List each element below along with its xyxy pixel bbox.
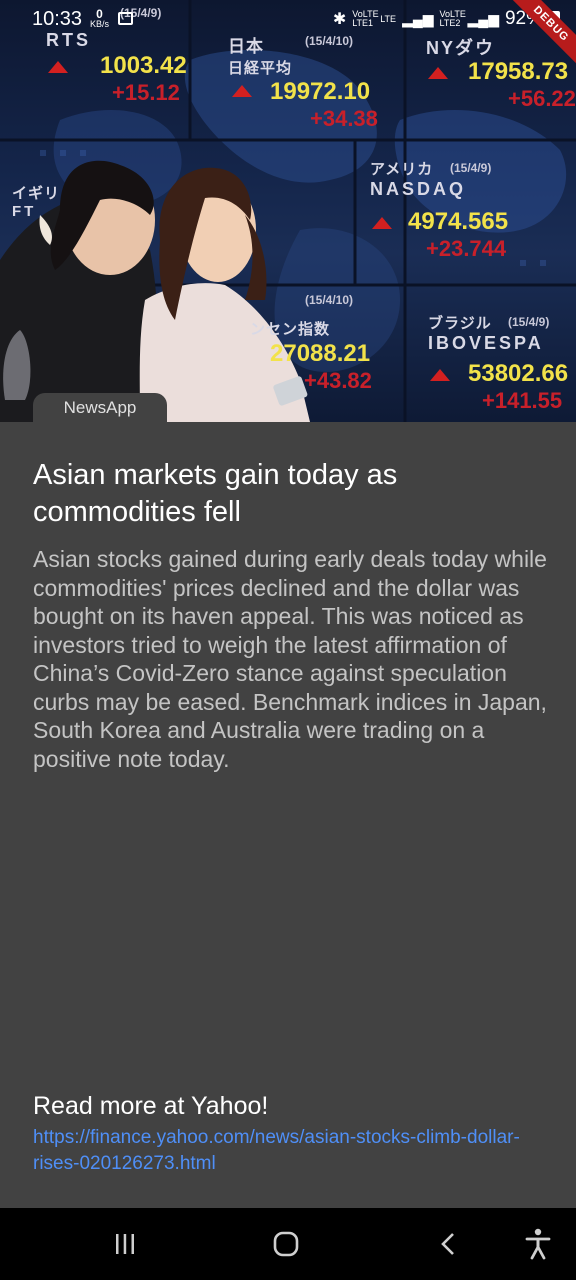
ticker-value: 53802.66 bbox=[468, 360, 569, 387]
ticker-ftse: イギリ FT bbox=[12, 182, 60, 220]
back-button[interactable] bbox=[434, 1228, 464, 1260]
lte-indicator: LTE bbox=[380, 13, 397, 24]
ticker-hangseng: ンセン指数 bbox=[250, 318, 330, 339]
ticker-change: +15.12 bbox=[112, 80, 180, 105]
ticker-bovespa-value: 53802.66 +141.55 bbox=[468, 360, 568, 414]
ticker-nydow-value: 17958.73 +56.22 bbox=[468, 58, 576, 112]
source-tag: NewsApp bbox=[33, 393, 167, 423]
back-icon bbox=[441, 1233, 454, 1255]
ticker-value: 19972.10 bbox=[270, 78, 371, 105]
ticker-date: (15/4/9) bbox=[508, 315, 550, 329]
ticker-subname: FT bbox=[12, 203, 37, 220]
accessibility-icon bbox=[525, 1228, 551, 1260]
article-link[interactable]: https://finance.yahoo.com/news/asian-sto… bbox=[33, 1125, 533, 1177]
ticker-date: (15/4/10) bbox=[305, 293, 354, 307]
article-image: RTS 1003.42 +15.12 (15/4/9) 日本 日経平均 (15/… bbox=[0, 0, 576, 422]
arrow-up-icon bbox=[372, 216, 392, 234]
ticker-rts-value: 1003.42 +15.12 bbox=[100, 52, 187, 106]
article-description: Asian stocks gained during early deals t… bbox=[33, 546, 547, 772]
signal-2-icon: ▂▄▆ bbox=[467, 10, 499, 27]
ticker-change: +23.744 bbox=[426, 236, 507, 261]
ticker-subname: IBOVESPA bbox=[428, 333, 544, 353]
status-bar: 10:33 0 KB/s ✱ VoLTE LTE1 LTE ▂▄▆ VoLTE … bbox=[0, 0, 576, 70]
ticker-value: 4974.565 bbox=[408, 208, 509, 235]
volte-lte2-indicator: VoLTE LTE2 bbox=[439, 9, 466, 28]
home-button[interactable] bbox=[270, 1228, 302, 1260]
signal-1-icon: ▂▄▆ bbox=[402, 10, 434, 27]
ticker-name: イギリ bbox=[12, 185, 61, 202]
ticker-hangseng-value: 27088.21 +43.82 bbox=[270, 340, 372, 394]
ticker-value: 27088.21 bbox=[270, 340, 371, 367]
article-title: Asian markets gain today as commodities … bbox=[33, 459, 398, 528]
ticker-subname: NASDAQ bbox=[370, 179, 467, 199]
ticker-change: +141.55 bbox=[482, 388, 563, 413]
data-rate: 0 KB/s bbox=[90, 8, 110, 29]
status-time: 10:33 bbox=[32, 8, 83, 30]
arrow-up-icon bbox=[430, 368, 450, 386]
ticker-nikkei-value: 19972.10 +34.38 bbox=[270, 78, 378, 132]
navigation-bar bbox=[0, 1208, 576, 1280]
ticker-date: (15/4/9) bbox=[450, 161, 492, 175]
screen: RTS 1003.42 +15.12 (15/4/9) 日本 日経平均 (15/… bbox=[0, 0, 576, 1280]
arrow-up-icon bbox=[428, 66, 448, 84]
accessibility-button[interactable] bbox=[522, 1228, 554, 1260]
ticker-nasdaq-value: 4974.565 +23.744 bbox=[408, 208, 508, 262]
ticker-change: +34.38 bbox=[310, 106, 378, 131]
ticker-subname: 日経平均 bbox=[228, 60, 293, 77]
data-rate-unit: KB/s bbox=[90, 19, 110, 29]
recents-icon bbox=[116, 1234, 134, 1254]
home-icon bbox=[273, 1231, 299, 1257]
arrow-up-icon bbox=[232, 84, 252, 102]
ticker-name: ンセン指数 bbox=[250, 321, 331, 338]
arrow-up-icon bbox=[48, 60, 68, 78]
recents-button[interactable] bbox=[110, 1228, 140, 1260]
gallery-notification-icon bbox=[118, 12, 133, 25]
ticker-value: 1003.42 bbox=[100, 52, 187, 79]
ticker-value: 17958.73 bbox=[468, 58, 569, 85]
ticker-change: +43.82 bbox=[304, 368, 372, 393]
ticker-change: +56.22 bbox=[508, 86, 576, 111]
read-more-label: Read more at Yahoo! bbox=[33, 1092, 269, 1120]
bluetooth-icon: ✱ bbox=[332, 11, 347, 28]
volte-lte1-indicator: VoLTE LTE1 bbox=[352, 9, 379, 28]
